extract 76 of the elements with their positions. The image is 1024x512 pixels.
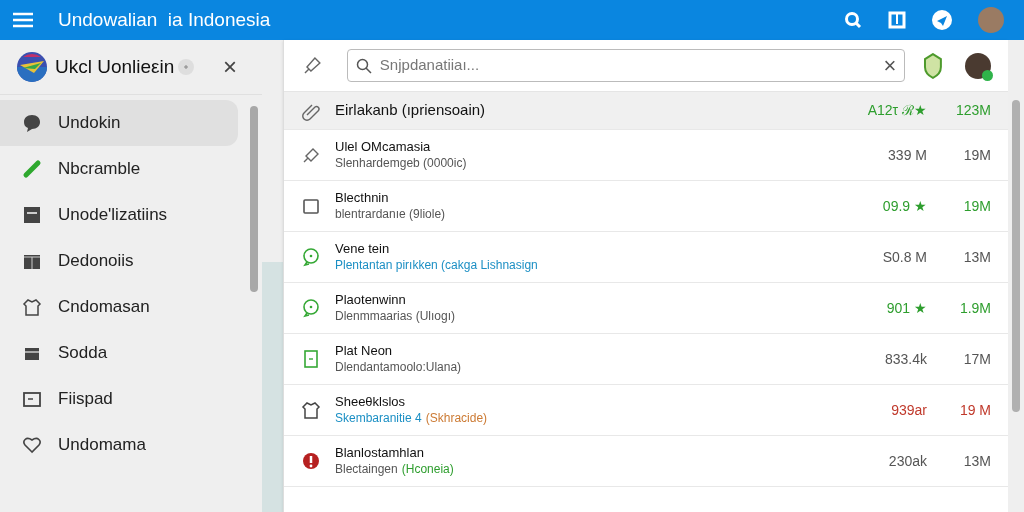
item-title: Sheeθklslos: [335, 394, 407, 411]
card-icon: [22, 205, 42, 225]
item-title: Plat Neon: [335, 343, 394, 360]
chat-bubble-icon: [22, 113, 42, 133]
list-row[interactable]: Vene tein Plentantan pirıkken (cakga Lishnasign S0.8 M 13M: [284, 232, 1008, 283]
rating-text: S0.8 M: [882, 247, 927, 267]
list-row[interactable]: Blanlostamhlan Blectaingen (Hconeia) 230ak 13M: [284, 436, 1008, 487]
avatar[interactable]: [965, 52, 991, 79]
book-icon[interactable]: [888, 11, 906, 29]
list-row[interactable]: Eirlakanb (ıpriensoain) A12τ ℛ★ 123M: [284, 92, 1008, 130]
app-title: Undowalian ia Indonesia: [58, 7, 271, 32]
item-title: Plaotenwinn: [335, 292, 407, 309]
heart-icon: [22, 435, 42, 455]
size-text: 123M: [954, 101, 991, 120]
square-icon: [301, 196, 321, 216]
folder-icon: [22, 389, 42, 409]
list-row[interactable]: Blecthnin blentrardanıe (9liole) 09.9 ★ 19M: [284, 181, 1008, 232]
size-text: 1.9M: [958, 298, 991, 318]
chat-bubble-icon: [301, 298, 321, 318]
item-subtitle: blentrardanıe (9liole): [335, 206, 446, 222]
item-subtitle: (Hconeia): [401, 461, 454, 477]
rating-text: 833.4k: [884, 349, 927, 369]
item-subtitle: (Skhracide): [425, 410, 488, 426]
sidebar-item[interactable]: Sodda: [0, 330, 238, 376]
scrollbar[interactable]: [250, 106, 258, 292]
rating-text: 939ar: [891, 400, 927, 420]
item-title: Blanlostamhlan: [335, 445, 425, 462]
item-subtitle: Slenhardemgeb (0000ic): [335, 155, 467, 171]
send-icon[interactable]: [932, 10, 952, 30]
chat-bubble-icon: [301, 247, 321, 267]
menu-icon[interactable]: [12, 12, 34, 28]
item-subtitle: Dlendantamoolo:Ulana): [335, 359, 462, 375]
search-field[interactable]: Snjpdanatiiaı... ×: [346, 49, 906, 82]
rating-text: 230ak: [888, 451, 927, 471]
item-subtitle: Plentantan pirıkken (cakga Lishnasign: [335, 257, 538, 273]
list-row[interactable]: Sheeθklslos Skembaranitie 4 (Skhracide) 939ar 19 M: [284, 385, 1008, 436]
sidebar-item[interactable]: Undomama: [0, 422, 238, 468]
sidebar-item[interactable]: Dedonoiis: [0, 238, 238, 284]
clear-button[interactable]: ×: [883, 54, 897, 77]
item-title: Eirlakanb (ıpriensoain): [335, 101, 486, 120]
size-text: 19M: [962, 145, 991, 165]
list-row[interactable]: Ulel OMcamasia Slenhardemgeb (0000ic) 339 M 19M: [284, 130, 1008, 181]
search-icon: [355, 57, 372, 74]
link-icon: [22, 159, 42, 179]
size-text: 17M: [962, 349, 991, 369]
item-title: Ulel OMcamasia: [335, 139, 432, 156]
rating-text: 901 ★: [886, 298, 927, 318]
size-text: 19M: [962, 196, 991, 216]
document-icon: [301, 349, 321, 369]
close-button[interactable]: ×: [223, 55, 237, 79]
shirt-icon: [22, 297, 42, 317]
item-title: Blecthnin: [335, 190, 390, 207]
item-subtitle: Skembaranitie 4: [335, 410, 422, 426]
rating-text: 339 M: [888, 145, 927, 165]
logo-icon: [17, 52, 47, 82]
sidebar-item[interactable]: Unode'lizatiins: [0, 192, 238, 238]
list-row[interactable]: Plat Neon Dlendantamoolo:Ulana) 833.4k 17M: [284, 334, 1008, 385]
size-text: 13M: [962, 451, 991, 471]
scrollbar[interactable]: [1012, 100, 1020, 412]
item-subtitle: Dlenmmaarias (Ulıogı): [335, 308, 456, 324]
sidebar-item[interactable]: Cndomasan: [0, 284, 238, 330]
size-text: 19 M: [958, 400, 991, 420]
search-icon[interactable]: [844, 11, 862, 29]
item-title: Vene tein: [335, 241, 391, 258]
rating-text: 09.9 ★: [882, 196, 927, 216]
sidebar-item[interactable]: Fiispad: [0, 376, 238, 422]
shield-icon[interactable]: [923, 52, 944, 79]
sidebar-title: Ukcl Uonlieεin: [55, 54, 175, 79]
sidebar-item[interactable]: Nbcramble: [0, 146, 238, 192]
size-text: 13M: [962, 247, 991, 267]
list-row[interactable]: Plaotenwinn Dlenmmaarias (Ulıogı) 901 ★ 1.9M: [284, 283, 1008, 334]
rating-text: A12τ ℛ★: [867, 101, 927, 120]
item-subtitle: Blectaingen: [335, 461, 398, 477]
sidebar-item[interactable]: Undokin: [0, 100, 238, 146]
shirt-icon: [301, 400, 321, 420]
alert-badge-icon: [301, 451, 321, 471]
